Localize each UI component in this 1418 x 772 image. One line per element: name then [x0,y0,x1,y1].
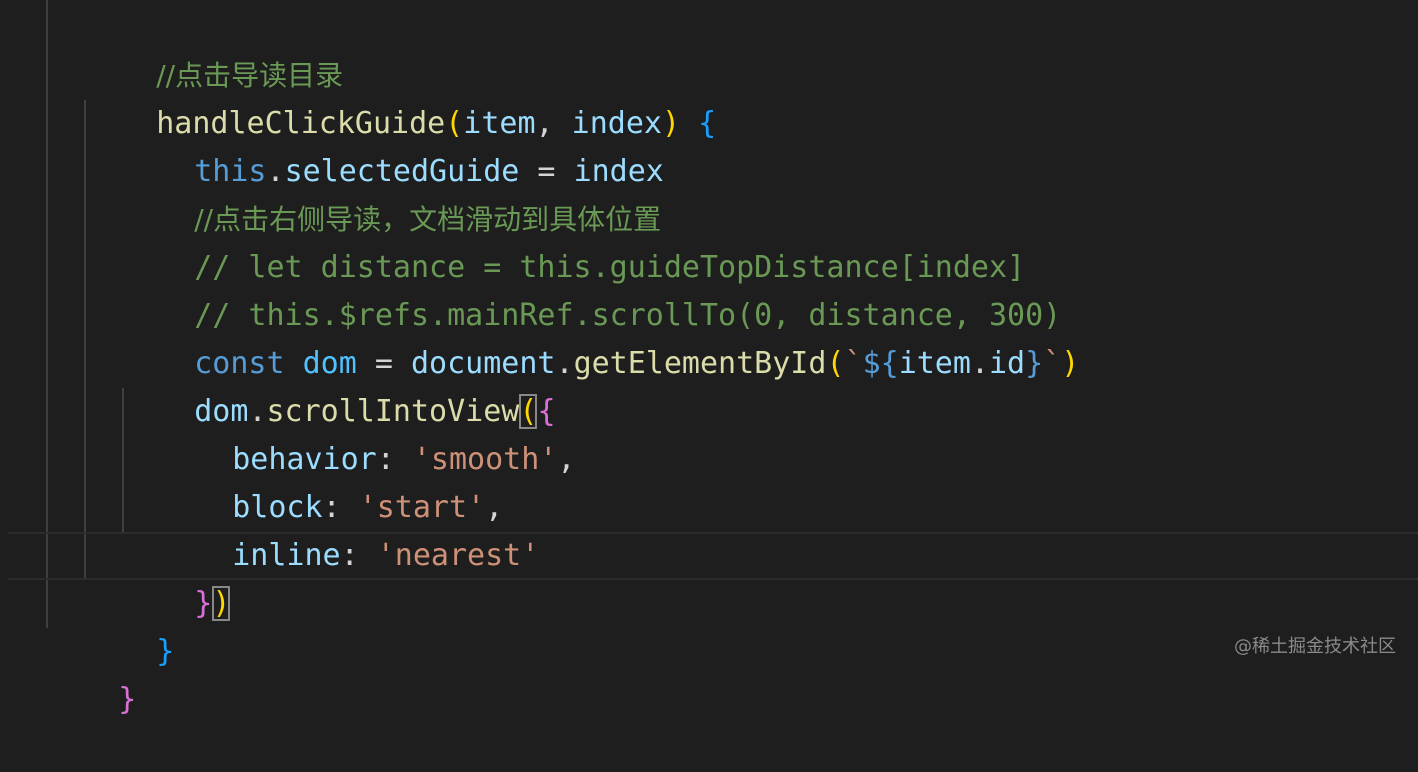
code-line-12[interactable]: }) [122,532,231,621]
code-line-1[interactable]: //点击导读目录 [84,4,343,92]
brace-open-token: { [698,106,717,141]
paren-close-token: ) [1061,346,1080,381]
paren-close-token: ) [661,106,699,141]
code-line-13[interactable]: } [84,580,174,669]
code-line-9[interactable]: behavior: 'smooth', [160,388,575,477]
brace-close-token: } [156,634,175,669]
watermark: @稀土掘金技术社区 [1234,636,1396,657]
variable-token: item [898,346,971,381]
code-line-7[interactable]: const dom = document.getElementById(`${i… [122,292,1079,381]
method-name-token: getElementById [573,346,827,381]
code-line-3[interactable]: this.selectedGuide = index [122,100,664,189]
template-string-token: ` [1043,346,1062,381]
code-line-8[interactable]: dom.scrollIntoView({ [122,340,556,429]
template-expr-open-token: ${ [862,346,899,381]
code-line-2[interactable]: handleClickGuide(item, index) { [84,52,716,141]
string-token: 'nearest' [376,538,540,573]
code-editor[interactable]: //点击导读目录 handleClickGuide(item, index) {… [0,0,1418,717]
punctuation-token: . [555,346,574,381]
punctuation-token: , [557,442,576,477]
code-line-4[interactable]: //点击右侧导读，文档滑动到具体位置 [122,148,661,236]
brace-close-token: } [194,586,213,621]
property-token: id [989,346,1026,381]
code-line-10[interactable]: block: 'start', [160,436,503,525]
property-token: inline [232,538,341,573]
brace-close-token: } [118,682,137,717]
code-line-14[interactable]: } [46,628,136,717]
matched-paren-close-token: ) [212,586,231,621]
paren-open-token: ( [826,346,845,381]
punctuation-token: . [970,346,989,381]
punctuation-token: : [340,538,377,573]
code-line-5[interactable]: // let distance = this.guideTopDistance[… [122,196,1025,285]
template-string-token: ` [844,346,863,381]
template-expr-close-token: } [1025,346,1044,381]
code-line-6[interactable]: // this.$refs.mainRef.scrollTo(0, distan… [122,244,1061,333]
code-line-11[interactable]: inline: 'nearest' [160,484,539,573]
